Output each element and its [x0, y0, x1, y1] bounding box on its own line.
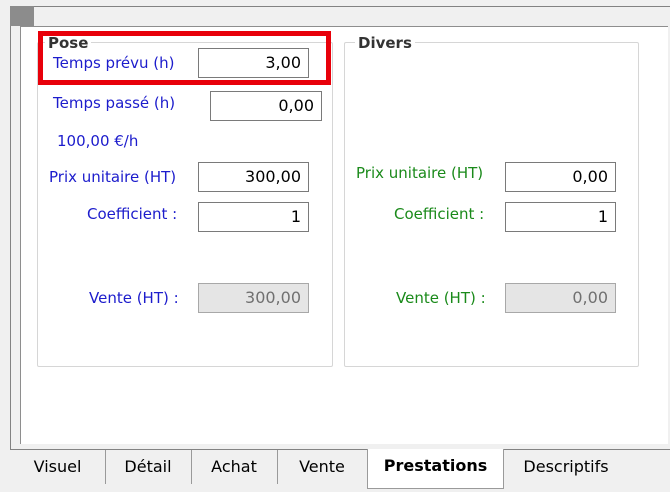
- tab-bar: Visuel Détail Achat Vente Prestations De…: [10, 449, 670, 492]
- divers-coefficient-field[interactable]: 1: [505, 202, 616, 232]
- temps-prevu-field[interactable]: 3,00: [198, 48, 309, 78]
- divers-vente-field: 0,00: [505, 283, 616, 313]
- temps-passe-label: Temps passé (h): [53, 94, 176, 112]
- divers-legend: Divers: [355, 35, 415, 51]
- tab-detail[interactable]: Détail: [105, 450, 192, 484]
- divers-vente-label: Vente (HT) :: [396, 289, 486, 307]
- tab-descriptifs[interactable]: Descriptifs: [504, 450, 628, 484]
- tab-prestations[interactable]: Prestations: [367, 449, 504, 489]
- tab-achat[interactable]: Achat: [191, 450, 278, 484]
- coefficient-field[interactable]: 1: [198, 202, 309, 232]
- tab-visuel[interactable]: Visuel: [10, 450, 106, 484]
- temps-passe-field[interactable]: 0,00: [210, 91, 322, 121]
- prix-unitaire-label: Prix unitaire (HT): [49, 168, 177, 186]
- taux-horaire-text: 100,00 €/h: [57, 132, 139, 150]
- vente-field: 300,00: [198, 283, 309, 313]
- prestations-panel: Pose Temps prévu (h) 3,00 Temps passé (h…: [20, 26, 668, 444]
- pose-legend: Pose: [45, 35, 92, 51]
- divers-prix-unitaire-field[interactable]: 0,00: [505, 162, 616, 192]
- temps-prevu-label: Temps prévu (h): [53, 54, 175, 72]
- vente-label: Vente (HT) :: [89, 289, 179, 307]
- tab-vente[interactable]: Vente: [277, 450, 367, 484]
- corner-marker: [10, 6, 34, 26]
- divers-prix-unitaire-label: Prix unitaire (HT): [356, 164, 484, 182]
- divers-coefficient-label: Coefficient :: [394, 205, 485, 223]
- prix-unitaire-field[interactable]: 300,00: [198, 162, 309, 192]
- coefficient-label: Coefficient :: [87, 205, 178, 223]
